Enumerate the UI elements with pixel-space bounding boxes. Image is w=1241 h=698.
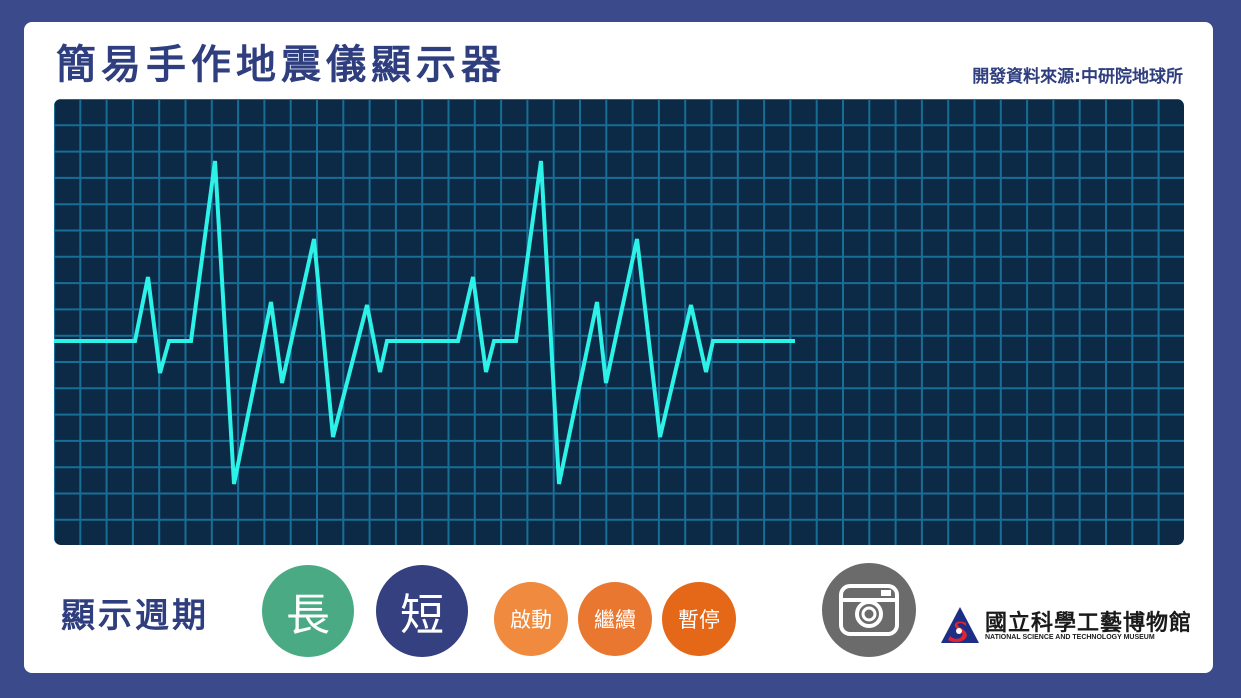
short-period-button[interactable]: 短 [376, 565, 468, 657]
continue-button[interactable]: 繼續 [578, 582, 652, 656]
continue-label: 繼續 [594, 608, 636, 632]
short-period-label: 短 [400, 590, 444, 641]
page-title: 簡易手作地震儀顯示器 [56, 42, 506, 88]
seismograph-display [54, 99, 1184, 545]
display-period-label: 顯示週期 [61, 596, 209, 636]
seismograph-canvas [54, 99, 1184, 545]
long-period-label: 長 [286, 590, 330, 641]
museum-name-english: NATIONAL SCIENCE AND TECHNOLOGY MUSEUM [985, 634, 1155, 641]
data-source-credit: 開發資料來源:中研院地球所 [972, 67, 1183, 87]
start-label: 啟動 [510, 608, 552, 632]
pause-button[interactable]: 暫停 [662, 582, 736, 656]
long-period-button[interactable]: 長 [262, 565, 354, 657]
waveform-trace [54, 160, 795, 485]
museum-name-chinese: 國立科學工藝博物館 [985, 611, 1193, 636]
pause-label: 暫停 [678, 608, 720, 632]
museum-logo-mark [941, 607, 979, 643]
camera-button[interactable] [822, 563, 916, 657]
camera-icon [839, 584, 899, 636]
start-button[interactable]: 啟動 [494, 582, 568, 656]
museum-logo: 國立科學工藝博物館 NATIONAL SCIENCE AND TECHNOLOG… [941, 605, 1191, 645]
